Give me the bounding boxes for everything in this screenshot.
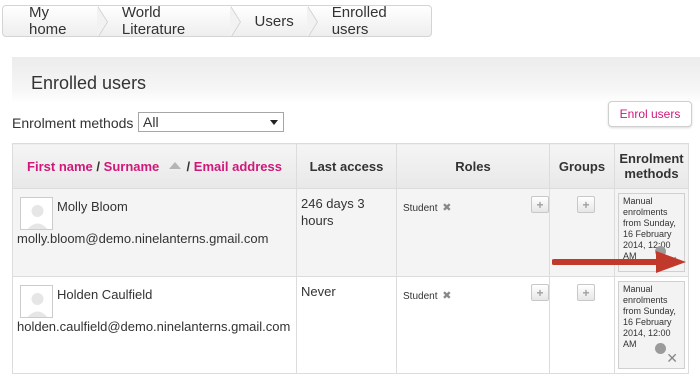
role-name: Student <box>403 291 438 302</box>
user-cell: Holden Caulfield holden.caulfield@demo.n… <box>12 276 297 374</box>
user-name-link[interactable]: Molly Bloom <box>57 199 128 214</box>
enrolment-methods-cell: Manual enrolments from Sunday, 16 Februa… <box>614 276 689 374</box>
enrolment-method-text: Manual enrolments from Sunday, 16 Februa… <box>623 196 676 261</box>
user-email: holden.caulfield@demo.ninelanterns.gmail… <box>17 319 291 334</box>
enrol-users-button[interactable]: Enrol users <box>608 101 692 127</box>
close-icon[interactable]: ✖ <box>442 202 451 214</box>
user-silhouette-icon <box>21 286 52 317</box>
avatar[interactable] <box>20 197 53 230</box>
enrolment-methods-cell: Manual enrolments from Sunday, 16 Februa… <box>614 188 689 277</box>
add-group-button[interactable]: + <box>577 284 595 301</box>
plus-icon: + <box>536 197 544 212</box>
add-group-button[interactable]: + <box>577 196 595 213</box>
enrolment-method-box: Manual enrolments from Sunday, 16 Februa… <box>618 281 685 369</box>
header-last-access[interactable]: Last access <box>296 143 397 189</box>
groups-cell: + <box>549 276 615 374</box>
breadcrumb-current: Enrolled users <box>331 5 387 37</box>
close-icon[interactable]: ✕ <box>666 351 678 365</box>
page-title: Enrolled users <box>31 73 147 93</box>
roles-cell: Student ✖ + <box>396 188 550 277</box>
close-icon[interactable]: ✕ <box>666 254 678 268</box>
avatar[interactable] <box>20 285 53 318</box>
user-name-link[interactable]: Holden Caulfield <box>57 287 152 302</box>
header-enrolment-methods: Enrolment methods <box>614 143 689 189</box>
table-header-row: First name / Surname / Email address Las… <box>12 143 689 189</box>
role-badge: Student ✖ <box>403 201 451 214</box>
groups-cell: + <box>549 188 615 277</box>
table-row: Molly Bloom molly.bloom@demo.ninelantern… <box>12 188 689 277</box>
user-email: molly.bloom@demo.ninelanterns.gmail.com <box>17 231 269 246</box>
sort-first-name-link[interactable]: First name <box>27 159 93 174</box>
role-badge: Student ✖ <box>403 289 451 302</box>
assign-role-button[interactable]: + <box>531 196 549 213</box>
enrolled-users-table: First name / Surname / Email address Las… <box>12 143 689 374</box>
chevron-down-icon <box>270 120 278 125</box>
gear-icon[interactable] <box>655 246 666 257</box>
breadcrumb-course[interactable]: World Literature <box>98 6 241 36</box>
header-separator: / <box>96 158 101 174</box>
enrolment-method-box: Manual enrolments from Sunday, 16 Februa… <box>618 193 685 272</box>
assign-role-button[interactable]: + <box>531 284 549 301</box>
enrolment-methods-select[interactable]: All <box>138 112 284 132</box>
enrolment-methods-selected: All <box>143 114 159 130</box>
plus-icon: + <box>582 285 590 300</box>
sort-email-link[interactable]: Email address <box>194 159 282 174</box>
last-access-cell: 246 days 3 hours <box>296 188 397 277</box>
sort-surname-link[interactable]: Surname <box>104 159 160 174</box>
gear-icon[interactable] <box>655 343 666 354</box>
last-access-value: 246 days 3 hours <box>301 196 365 228</box>
breadcrumb-my-home[interactable]: My home <box>3 6 108 36</box>
last-access-value: Never <box>301 284 336 299</box>
table-row: Holden Caulfield holden.caulfield@demo.n… <box>12 276 689 374</box>
plus-icon: + <box>536 285 544 300</box>
enrolment-method-text: Manual enrolments from Sunday, 16 Februa… <box>623 284 676 349</box>
breadcrumb-users[interactable]: Users <box>231 6 318 36</box>
role-name: Student <box>403 203 438 214</box>
close-icon[interactable]: ✖ <box>442 290 451 302</box>
header-separator: / <box>186 158 191 174</box>
user-cell: Molly Bloom molly.bloom@demo.ninelantern… <box>12 188 297 277</box>
last-access-cell: Never <box>296 276 397 374</box>
plus-icon: + <box>582 197 590 212</box>
user-silhouette-icon <box>21 198 52 229</box>
header-groups: Groups <box>549 143 615 189</box>
roles-cell: Student ✖ + <box>396 276 550 374</box>
breadcrumb: My home World Literature Users Enrolled … <box>2 5 432 37</box>
enrolment-methods-label: Enrolment methods <box>12 115 134 131</box>
sort-ascending-icon <box>168 161 181 169</box>
header-name: First name / Surname / Email address <box>12 143 297 189</box>
header-roles: Roles <box>396 143 550 189</box>
